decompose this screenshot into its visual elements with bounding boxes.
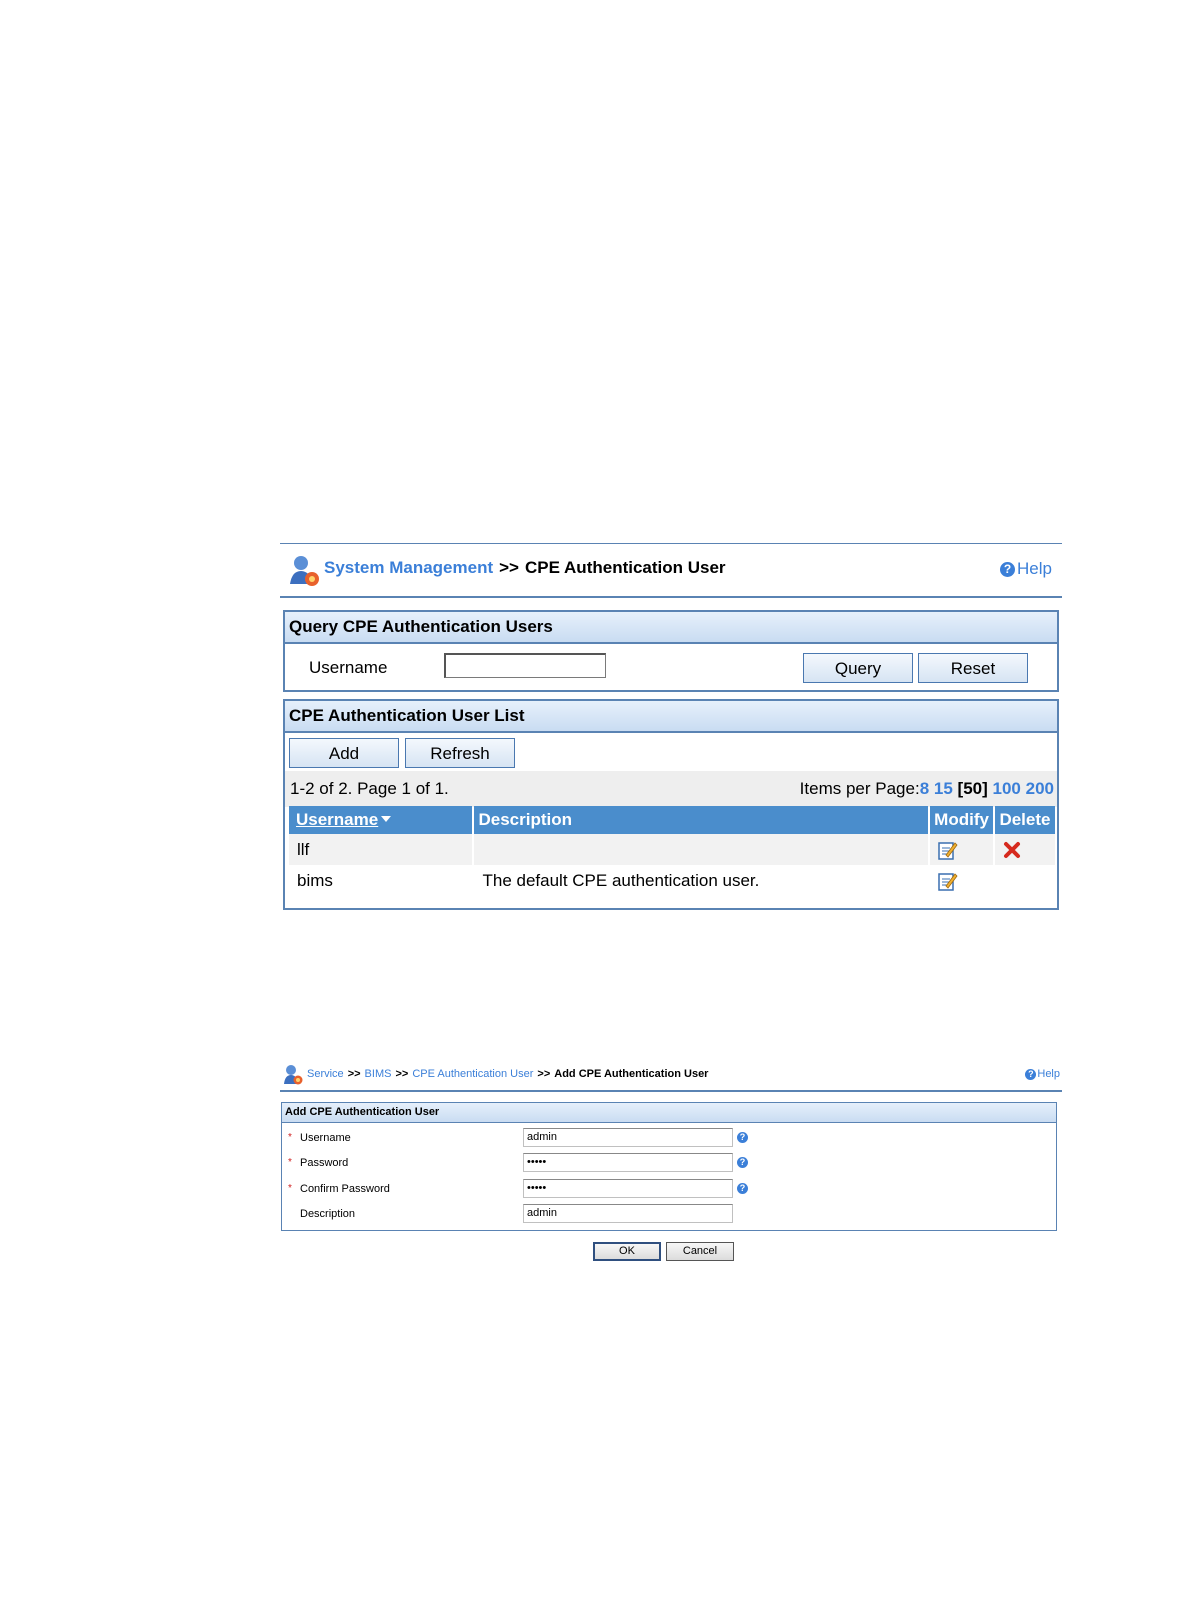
column-username[interactable]: Username	[289, 806, 473, 834]
system-management-icon	[290, 556, 319, 586]
help-icon[interactable]: ?	[737, 1157, 748, 1168]
edit-icon[interactable]	[938, 871, 958, 891]
form-title: Add CPE Authentication User	[282, 1103, 1056, 1123]
breadcrumb-system-management[interactable]: System Management	[324, 558, 493, 577]
pager-bar: 1-2 of 2. Page 1 of 1. Items per Page:8 …	[285, 771, 1057, 807]
breadcrumb-cpe-auth-user[interactable]: CPE Authentication User	[412, 1068, 533, 1080]
page-size-8[interactable]: 8	[920, 779, 929, 798]
required-marker: *	[288, 1132, 292, 1143]
refresh-button[interactable]: Refresh	[405, 738, 515, 768]
query-panel-title: Query CPE Authentication Users	[285, 612, 1057, 644]
password-input[interactable]: •••••	[523, 1153, 733, 1172]
service-icon	[284, 1065, 303, 1085]
page-size-15[interactable]: 15	[934, 779, 953, 798]
items-per-page-label: Items per Page:	[799, 779, 920, 798]
help-icon: ?	[1025, 1069, 1037, 1080]
page-info: 1-2 of 2. Page 1 of 1.	[290, 779, 449, 798]
page-header: Service >> BIMS >> CPE Authentication User >>…	[280, 1060, 1062, 1092]
breadcrumb-separator: >>	[395, 1068, 409, 1080]
username-search-input[interactable]	[444, 653, 606, 678]
items-per-page: Items per Page:8 15 [50] 100 200	[800, 779, 1054, 799]
breadcrumb: Service >> BIMS >> CPE Authentication User >>…	[307, 1068, 708, 1080]
row-modify-cell	[930, 834, 994, 865]
row-description	[474, 834, 929, 865]
column-modify: Modify	[930, 806, 994, 834]
required-marker: *	[288, 1157, 292, 1168]
page-size-50-current: [50]	[957, 779, 988, 798]
help-link[interactable]: ? Help	[1025, 1068, 1060, 1080]
page-header: System Management >> CPE Authentication Us…	[280, 543, 1062, 598]
cancel-button[interactable]: Cancel	[666, 1242, 734, 1261]
reset-button[interactable]: Reset	[918, 653, 1028, 683]
query-button[interactable]: Query	[803, 653, 913, 683]
username-label: Username	[300, 1132, 351, 1144]
description-label: Description	[300, 1208, 356, 1220]
breadcrumb: System Management >> CPE Authentication Us…	[324, 558, 726, 578]
form-row-username: * Username admin ?	[282, 1126, 1056, 1150]
breadcrumb-service[interactable]: Service	[307, 1068, 344, 1080]
confirm-password-input[interactable]: •••••	[523, 1179, 733, 1198]
confirm-password-label: Confirm Password	[300, 1183, 390, 1195]
column-description: Description	[474, 806, 929, 834]
help-icon: ?	[1000, 562, 1016, 577]
breadcrumb-current: CPE Authentication User	[524, 558, 726, 577]
description-input[interactable]: admin	[523, 1204, 733, 1223]
user-table: Username Description Modify Delete llf b…	[287, 806, 1057, 896]
breadcrumb-current: Add CPE Authentication User	[554, 1068, 709, 1080]
form-row-description: Description admin	[282, 1202, 1056, 1226]
help-icon[interactable]: ?	[737, 1132, 748, 1143]
row-delete-cell	[995, 865, 1055, 896]
username-input[interactable]: admin	[523, 1128, 733, 1147]
column-username-label: Username	[296, 810, 379, 829]
breadcrumb-bims[interactable]: BIMS	[365, 1068, 392, 1080]
page-size-100[interactable]: 100	[993, 779, 1021, 798]
password-label: Password	[300, 1157, 349, 1169]
breadcrumb-separator: >>	[347, 1068, 361, 1080]
add-button[interactable]: Add	[289, 738, 399, 768]
delete-icon[interactable]	[1003, 841, 1021, 859]
help-link[interactable]: ? Help	[1000, 559, 1052, 579]
username-label: Username	[309, 658, 388, 677]
user-list-panel: CPE Authentication User List Add Refresh…	[283, 699, 1059, 910]
ok-button[interactable]: OK	[593, 1242, 661, 1261]
form-row-confirm-password: * Confirm Password ••••• ?	[282, 1177, 1056, 1201]
row-username: llf	[289, 834, 473, 865]
sort-desc-icon	[381, 816, 392, 822]
query-panel: Query CPE Authentication Users Username …	[283, 610, 1059, 692]
table-header-row: Username Description Modify Delete	[289, 806, 1055, 834]
page-size-200[interactable]: 200	[1026, 779, 1054, 798]
breadcrumb-separator: >>	[537, 1068, 551, 1080]
row-username: bims	[297, 870, 333, 890]
column-delete: Delete	[995, 806, 1055, 834]
form-row-password: * Password ••••• ?	[282, 1151, 1056, 1175]
user-list-panel-title: CPE Authentication User List	[285, 701, 1057, 733]
table-row: bims The default CPE authentication user…	[289, 865, 1055, 896]
add-user-form: Add CPE Authentication User * Username a…	[281, 1102, 1057, 1231]
required-marker: *	[288, 1183, 292, 1194]
row-delete-cell	[995, 834, 1055, 865]
help-label: Help	[1017, 559, 1052, 578]
row-modify-cell	[930, 865, 993, 896]
breadcrumb-separator: >>	[499, 558, 519, 577]
edit-icon[interactable]	[938, 840, 958, 860]
help-label: Help	[1037, 1068, 1060, 1080]
table-row: llf	[289, 834, 1055, 865]
help-icon[interactable]: ?	[737, 1183, 748, 1194]
cpe-user-list-screen: System Management >> CPE Authentication Us…	[280, 543, 1062, 910]
row-description: The default CPE authentication user.	[482, 870, 760, 890]
add-cpe-user-screen: Service >> BIMS >> CPE Authentication User >>…	[280, 1060, 1062, 1261]
